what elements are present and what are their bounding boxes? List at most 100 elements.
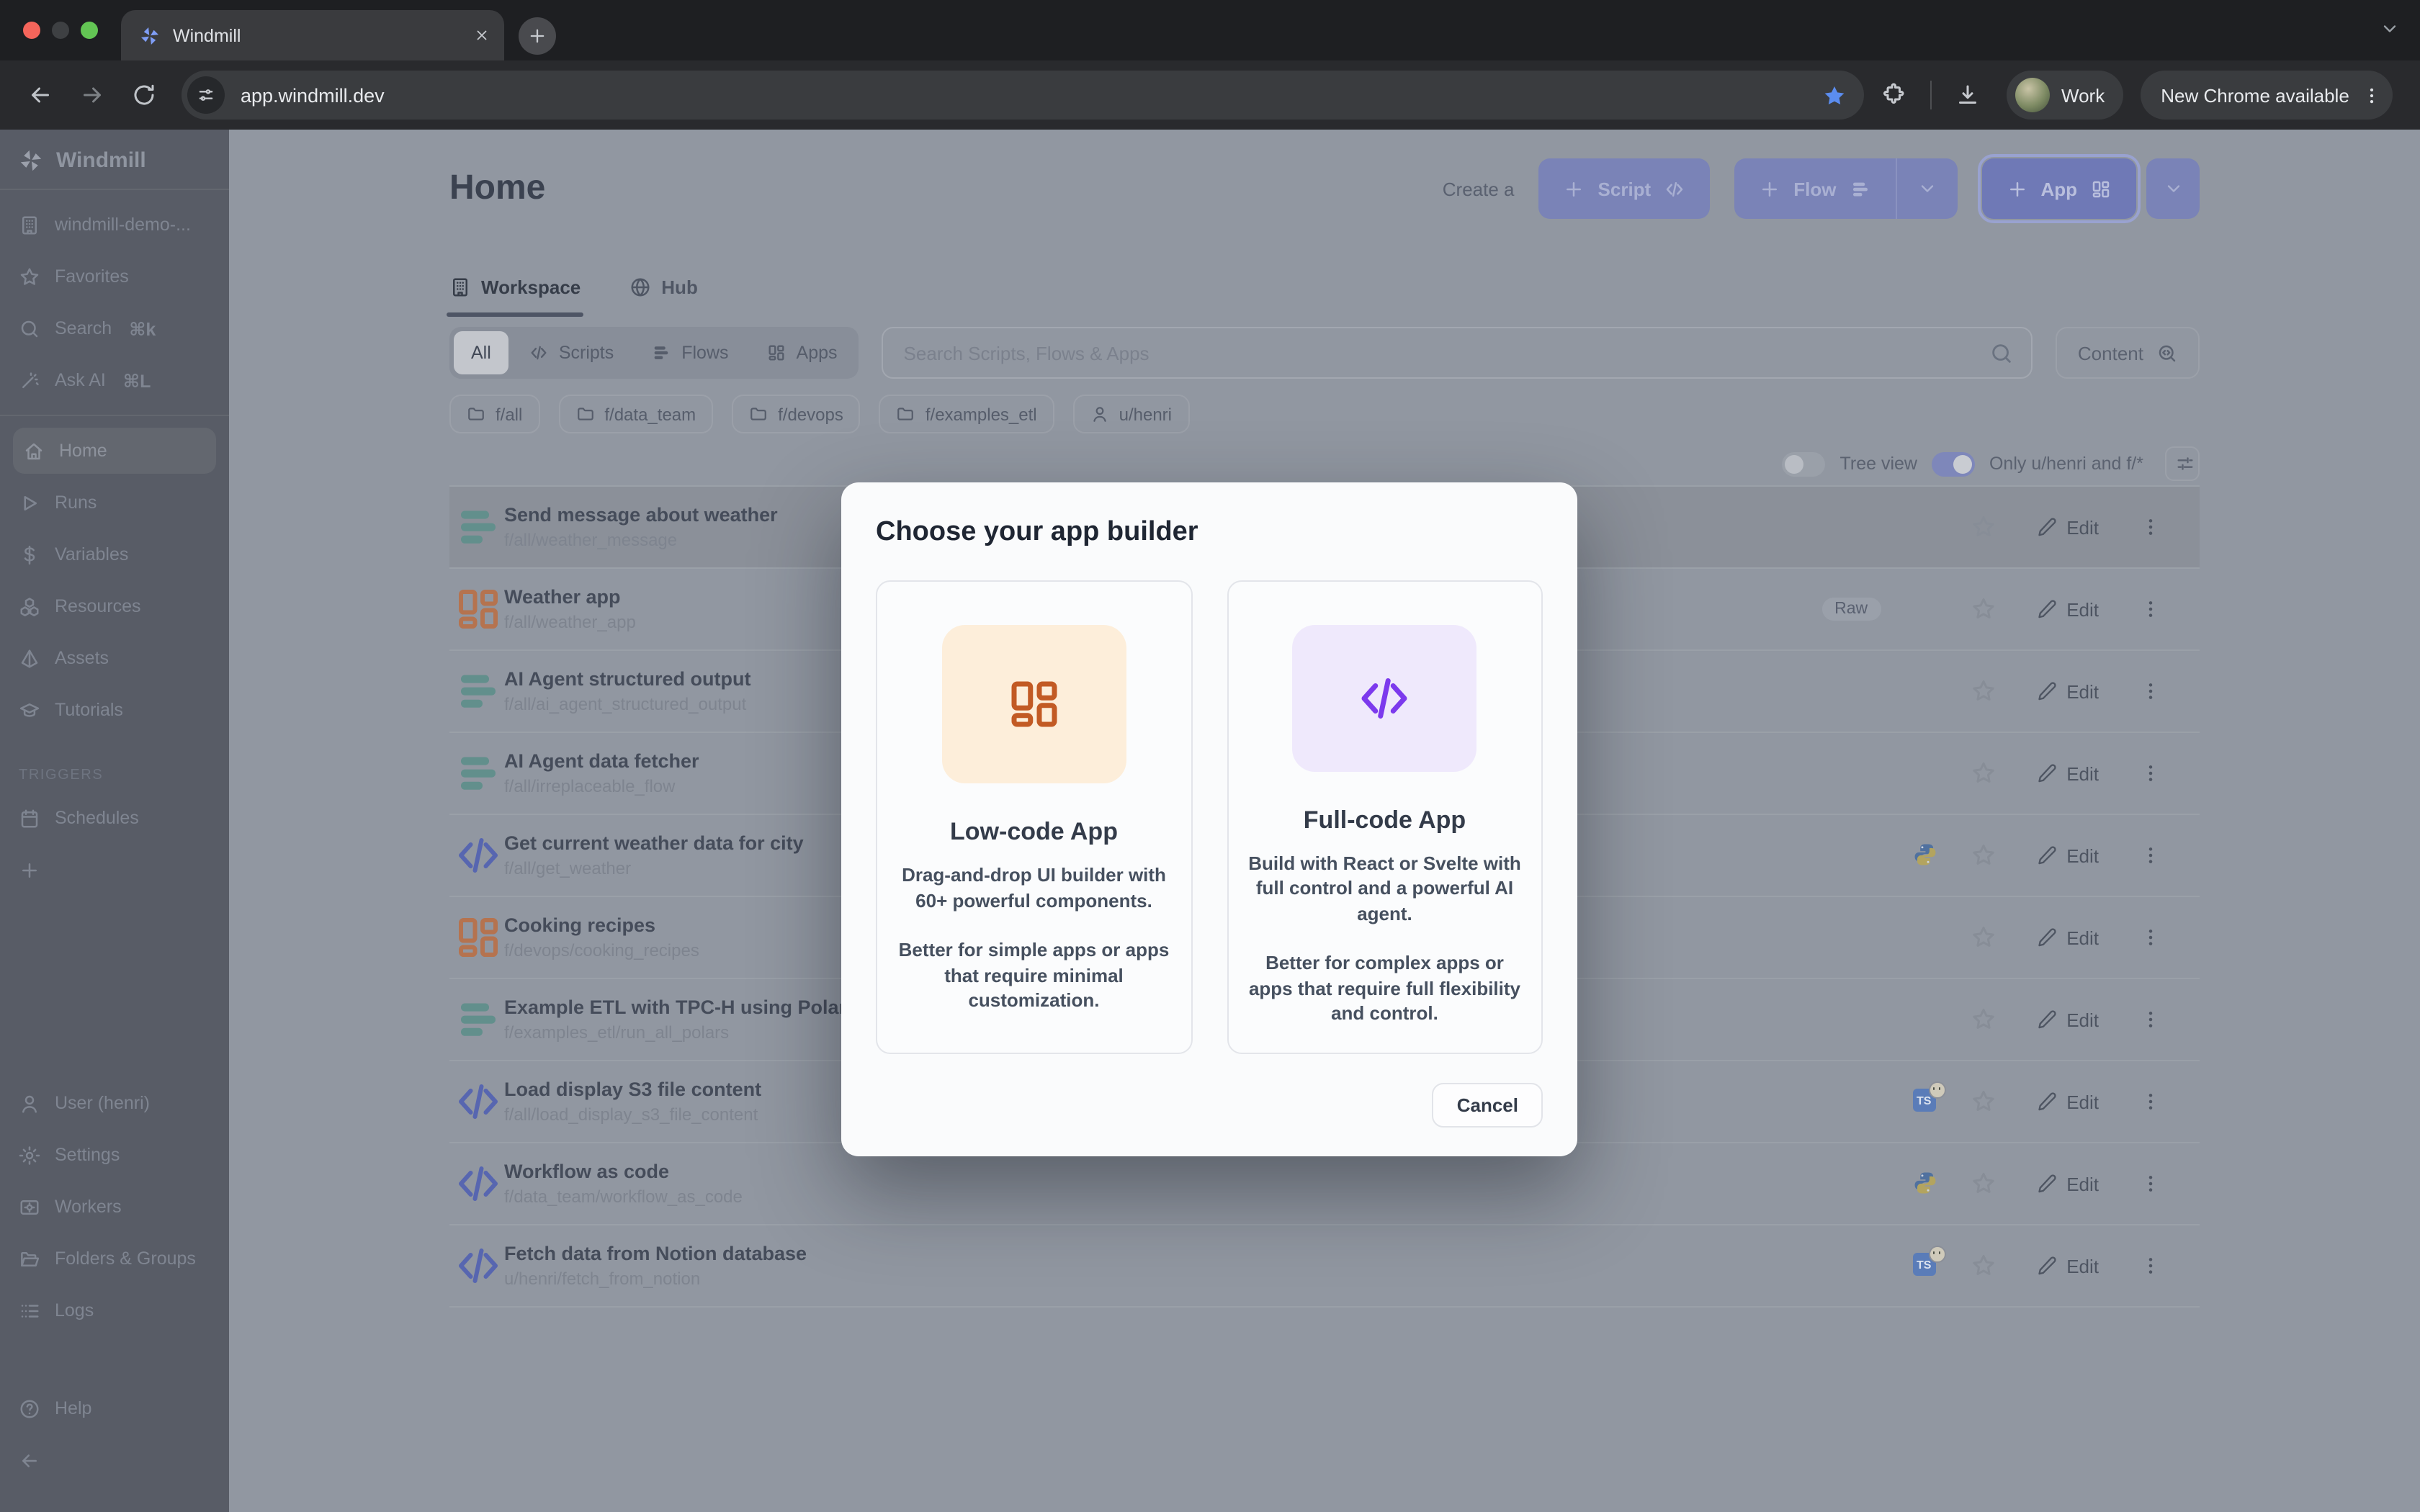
item-title[interactable]: Cooking recipes [504,914,699,936]
favorite-star-icon[interactable] [1970,924,1996,950]
search-box[interactable] [882,327,2033,379]
owner-filter-toggle[interactable] [1932,451,1975,476]
filter-segment-all[interactable]: All [454,331,508,374]
kebab-menu-icon[interactable] [2139,1008,2162,1031]
sidebar-item-folders-groups[interactable]: Folders & Groups [0,1233,229,1284]
downloads-icon[interactable] [1955,82,1981,108]
sidebar-item-arrow-left[interactable] [0,1434,229,1486]
reload-icon[interactable] [131,82,157,108]
kebab-menu-icon[interactable] [2139,762,2162,785]
item-title[interactable]: Workflow as code [504,1161,743,1182]
sidebar-item-assets[interactable]: Assets [0,632,229,684]
sidebar-item-schedules[interactable]: Schedules [0,792,229,844]
site-info-button[interactable] [187,76,225,114]
sidebar-item-windmill-demo[interactable]: windmill-demo-... [0,199,229,251]
flow-dropdown-button[interactable] [1895,158,1957,219]
item-title[interactable]: AI Agent structured output [504,668,751,690]
item-title[interactable]: Send message about weather [504,504,778,526]
tree-view-toggle[interactable] [1783,451,1826,476]
kebab-menu-icon[interactable] [2139,1254,2162,1277]
sidebar-item-variables[interactable]: Variables [0,528,229,580]
filter-chip-u-henri[interactable]: u/henri [1073,395,1189,433]
favorite-star-icon[interactable] [1970,1171,1996,1197]
back-icon[interactable] [27,82,53,108]
close-window-button[interactable] [23,22,40,39]
edit-button[interactable]: Edit [2027,1171,2107,1196]
kebab-menu-icon[interactable] [2139,516,2162,539]
edit-button[interactable]: Edit [2027,843,2107,868]
edit-button[interactable]: Edit [2027,1089,2107,1114]
kebab-menu-icon[interactable] [2139,1090,2162,1113]
edit-button[interactable]: Edit [2027,515,2107,539]
list-settings-button[interactable] [2165,446,2200,481]
kebab-menu-icon[interactable] [2139,844,2162,867]
filter-chip-f-data-team[interactable]: f/data_team [558,395,713,433]
sidebar-item-favorites[interactable]: Favorites [0,251,229,302]
favorite-star-icon[interactable] [1970,1253,1996,1279]
filter-chip-f-examples-etl[interactable]: f/examples_etl [879,395,1054,433]
favorite-star-icon[interactable] [1970,842,1996,868]
filter-chip-f-all[interactable]: f/all [449,395,539,433]
edit-button[interactable]: Edit [2027,597,2107,621]
minimize-window-button[interactable] [52,22,69,39]
sidebar-item-runs[interactable]: Runs [0,477,229,528]
favorite-star-icon[interactable] [1970,760,1996,786]
sidebar-item-help[interactable]: Help [0,1382,229,1434]
edit-button[interactable]: Edit [2027,925,2107,950]
tab-hub[interactable]: Hub [629,274,698,300]
favorite-star-icon[interactable] [1970,514,1996,540]
address-bar[interactable]: app.windmill.dev [182,71,1864,120]
app-builder-card-low-code-app[interactable]: Low-code AppDrag-and-drop UI builder wit… [876,580,1192,1054]
favorite-star-icon[interactable] [1970,678,1996,704]
sidebar-item-logs[interactable]: Logs [0,1284,229,1336]
content-search-button[interactable]: Content [2056,327,2200,379]
cancel-button[interactable]: Cancel [1433,1083,1543,1128]
item-title[interactable]: Get current weather data for city [504,832,804,854]
item-title[interactable]: Fetch data from Notion database [504,1243,807,1264]
create-script-button[interactable]: Script [1539,158,1711,219]
edit-button[interactable]: Edit [2027,761,2107,786]
app-builder-card-full-code-app[interactable]: Full-code AppBuild with React or Svelte … [1227,580,1543,1054]
new-tab-button[interactable] [519,17,556,55]
tab-search-icon[interactable] [2380,19,2400,39]
edit-button[interactable]: Edit [2027,679,2107,703]
bookmark-star-icon[interactable] [1822,83,1847,107]
profile-chip[interactable]: Work [2007,71,2123,120]
kebab-menu-icon[interactable] [2139,926,2162,949]
filter-segment-apps[interactable]: Apps [749,331,855,374]
sidebar-item-plus[interactable] [0,844,229,896]
kebab-menu-icon[interactable] [2139,598,2162,621]
sidebar-item-workers[interactable]: Workers [0,1181,229,1233]
edit-button[interactable]: Edit [2027,1254,2107,1278]
kebab-menu-icon[interactable] [2139,1172,2162,1195]
close-tab-icon[interactable] [474,27,490,43]
sidebar-item-search[interactable]: Search⌘k [0,302,229,354]
filter-chip-f-devops[interactable]: f/devops [732,395,861,433]
forward-icon[interactable] [79,82,105,108]
kebab-menu-icon[interactable] [2139,680,2162,703]
maximize-window-button[interactable] [81,22,98,39]
browser-tab[interactable]: Windmill [121,10,504,60]
filter-segment-flows[interactable]: Flows [634,331,745,374]
item-title[interactable]: Example ETL with TPC-H using Polars [504,996,857,1018]
sidebar-item-resources[interactable]: Resources [0,580,229,632]
item-title[interactable]: Load display S3 file content [504,1079,761,1100]
create-app-button[interactable]: App [1981,158,2136,219]
sidebar-item-ask-ai[interactable]: Ask AI⌘L [0,354,229,406]
create-flow-button[interactable]: Flow [1734,158,1895,219]
filter-segment-scripts[interactable]: Scripts [511,331,631,374]
item-title[interactable]: AI Agent data fetcher [504,750,699,772]
chrome-update-button[interactable]: New Chrome available [2141,71,2393,120]
sidebar-item-user-henri[interactable]: User (henri) [0,1077,229,1129]
edit-button[interactable]: Edit [2027,1007,2107,1032]
favorite-star-icon[interactable] [1970,1007,1996,1032]
sidebar-item-tutorials[interactable]: Tutorials [0,684,229,736]
browser-menu-icon[interactable] [2361,84,2383,106]
sidebar-item-settings[interactable]: Settings [0,1129,229,1181]
tab-workspace[interactable]: Workspace [449,274,581,300]
windmill-logo[interactable]: Windmill [0,144,229,189]
sidebar-item-home[interactable]: Home [13,428,216,474]
url-text[interactable]: app.windmill.dev [241,84,1806,106]
item-title[interactable]: Weather app [504,586,636,608]
search-input[interactable] [901,341,1976,365]
